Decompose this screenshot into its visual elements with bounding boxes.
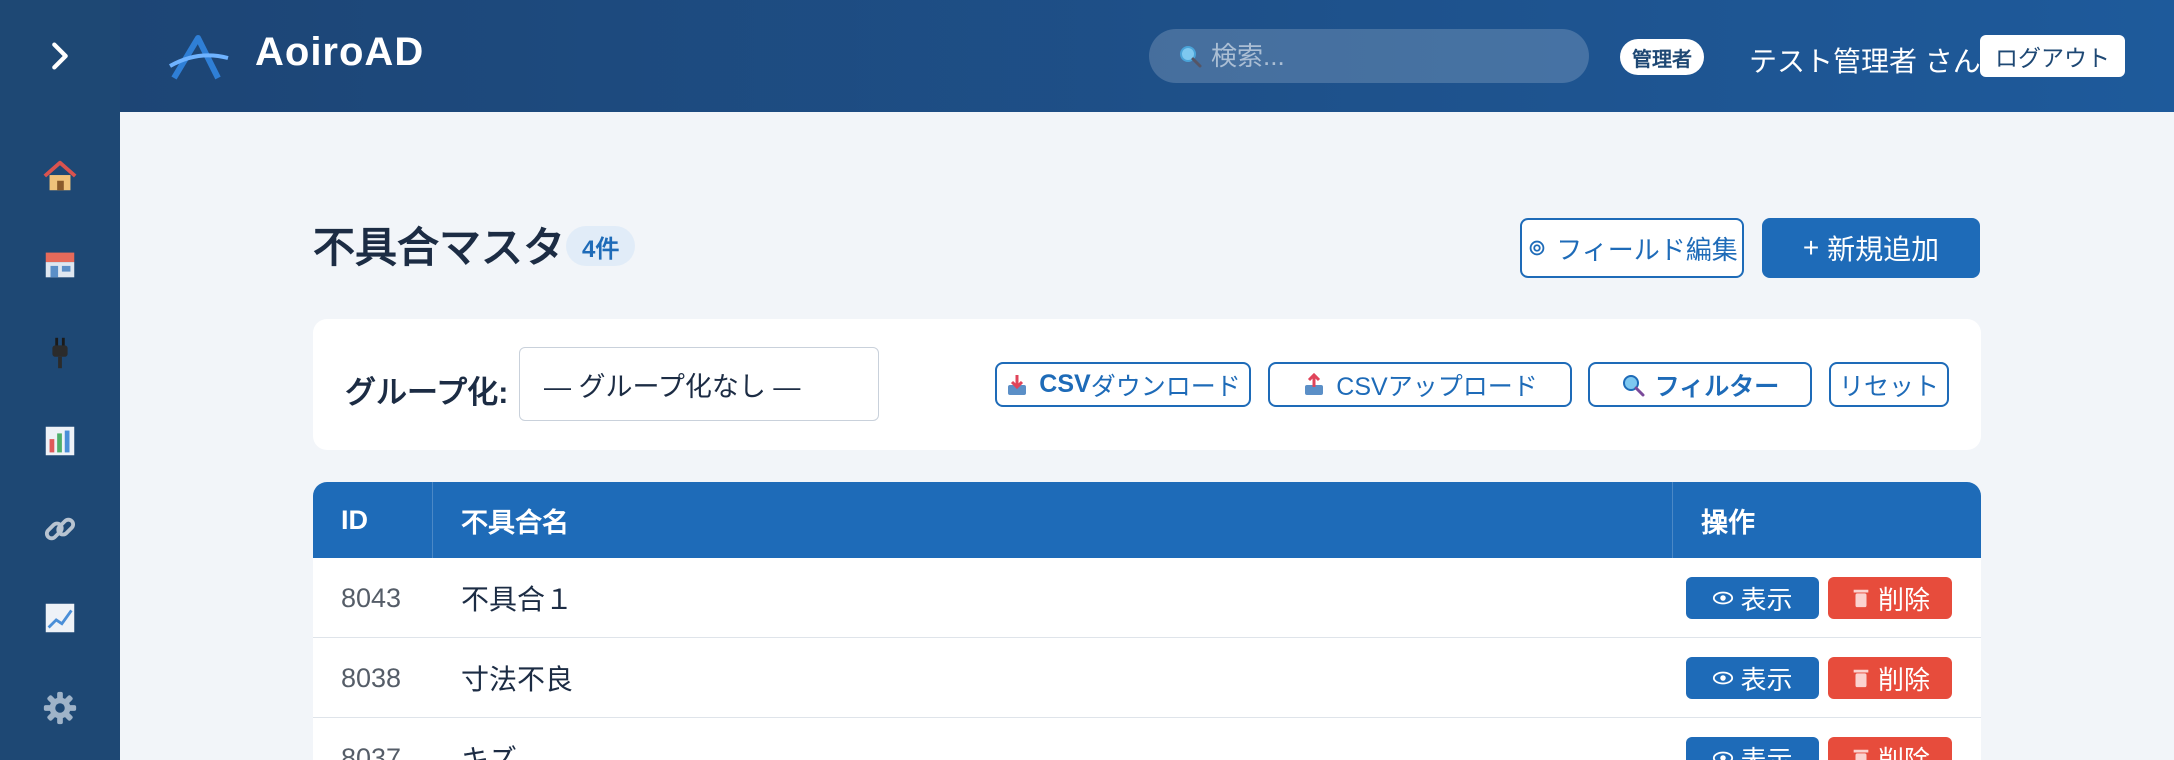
- trend-chart-icon: [45, 603, 75, 633]
- logout-button[interactable]: ログアウト: [1980, 35, 2125, 77]
- defects-table: ID 不具合名 操作 8043 不具合１ 表示 削除 8038 寸法不良 表示 …: [313, 482, 1981, 760]
- role-badge: 管理者: [1620, 39, 1704, 75]
- csv-download-button[interactable]: CSV ダウンロード: [995, 362, 1251, 407]
- group-by-label: グループ化:: [345, 375, 509, 410]
- app-logo[interactable]: [168, 32, 230, 82]
- top-header: AoiroAD 管理者 テスト管理者 さん ログアウト: [120, 0, 2174, 112]
- sidebar-toggle-button[interactable]: [0, 0, 120, 112]
- add-new-label: 新規追加: [1827, 234, 1940, 265]
- download-tray-icon: [1008, 374, 1027, 395]
- sidebar-item-links[interactable]: [0, 497, 120, 561]
- delete-button[interactable]: 削除: [1828, 577, 1952, 619]
- toolbar-card: グループ化: — グループ化なし — CSV ダウンロード CSVアップロード …: [313, 319, 1981, 450]
- home-icon: [43, 160, 77, 191]
- sidebar-item-store[interactable]: [0, 232, 120, 296]
- column-header-id[interactable]: ID: [313, 482, 433, 558]
- user-name: テスト管理者 さん: [1749, 46, 1981, 77]
- row-name: 不具合１: [461, 584, 574, 615]
- view-label: 表示: [1740, 664, 1793, 695]
- table-row[interactable]: 8038 寸法不良 表示 削除: [313, 638, 1981, 718]
- row-name: 寸法不良: [461, 664, 574, 695]
- trash-icon: [1853, 589, 1869, 608]
- filter-button[interactable]: フィルター: [1588, 362, 1812, 407]
- search-box[interactable]: [1149, 29, 1589, 83]
- row-id: 8038: [341, 662, 402, 693]
- table-row[interactable]: 8037 キズ 表示 削除: [313, 718, 1981, 760]
- table-row[interactable]: 8043 不具合１ 表示 削除: [313, 558, 1981, 638]
- csv-download-suffix: ダウンロード: [1090, 372, 1241, 401]
- magnifier-icon: [1622, 374, 1645, 396]
- trash-icon: [1853, 669, 1869, 688]
- gear-icon: [1529, 240, 1545, 256]
- eye-icon: [1713, 671, 1734, 685]
- view-label: 表示: [1740, 584, 1793, 615]
- search-input[interactable]: [1211, 40, 1551, 72]
- reset-button[interactable]: リセット: [1829, 362, 1949, 407]
- view-label: 表示: [1740, 744, 1793, 760]
- record-count-badge: 4件: [566, 226, 636, 266]
- delete-button[interactable]: 削除: [1828, 737, 1952, 760]
- chevron-right-icon: [52, 42, 68, 70]
- view-button[interactable]: 表示: [1686, 657, 1819, 699]
- field-edit-button[interactable]: フィールド編集: [1520, 218, 1744, 278]
- upload-tray-icon: [1305, 372, 1324, 395]
- plus-icon: +: [1802, 232, 1820, 263]
- view-button[interactable]: 表示: [1686, 737, 1819, 760]
- plug-icon: [52, 337, 68, 369]
- filter-label: フィルター: [1654, 372, 1780, 401]
- group-by-select[interactable]: — グループ化なし —: [519, 347, 879, 421]
- delete-label: 削除: [1877, 744, 1930, 760]
- link-icon: [44, 517, 76, 541]
- sidebar-item-plug[interactable]: [0, 321, 120, 385]
- sidebar: [0, 0, 120, 760]
- bar-chart-icon: [45, 426, 75, 456]
- page-title: 不具合マスタ: [313, 224, 566, 271]
- delete-label: 削除: [1877, 664, 1930, 695]
- eye-icon: [1713, 591, 1734, 605]
- app-name[interactable]: AoiroAD: [255, 30, 424, 75]
- row-id: 8043: [341, 582, 402, 613]
- column-header-actions: 操作: [1701, 507, 1755, 538]
- csv-upload-button[interactable]: CSVアップロード: [1268, 362, 1572, 407]
- trash-icon: [1853, 749, 1869, 760]
- eye-icon: [1713, 751, 1734, 760]
- gear-icon: [43, 691, 77, 725]
- csv-download-prefix: CSV: [1039, 370, 1091, 398]
- sidebar-item-analytics[interactable]: [0, 586, 120, 650]
- search-icon: [1180, 46, 1202, 68]
- table-header: ID 不具合名 操作: [313, 482, 1981, 558]
- add-new-button[interactable]: + 新規追加: [1762, 218, 1980, 278]
- sidebar-item-settings[interactable]: [0, 676, 120, 740]
- column-header-name[interactable]: 不具合名: [433, 482, 1673, 558]
- delete-button[interactable]: 削除: [1828, 657, 1952, 699]
- row-name: キズ: [461, 744, 518, 760]
- sidebar-item-home[interactable]: [0, 144, 120, 208]
- delete-label: 削除: [1877, 584, 1930, 615]
- row-id: 8037: [341, 742, 402, 760]
- sidebar-item-reports[interactable]: [0, 409, 120, 473]
- store-icon: [45, 252, 75, 278]
- view-button[interactable]: 表示: [1686, 577, 1819, 619]
- csv-upload-label: CSVアップロード: [1336, 372, 1538, 401]
- field-edit-label: フィールド編集: [1556, 234, 1738, 265]
